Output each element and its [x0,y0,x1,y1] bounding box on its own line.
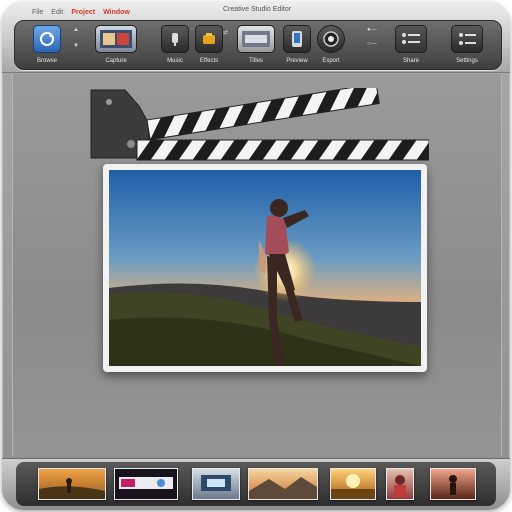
film-icon [317,25,345,53]
tool-row: Browse ▲ ▼ Capture Music Effects ⇄ Title… [14,20,502,70]
tool-label: Export [322,58,340,64]
music-button[interactable]: Music [161,23,189,67]
tool-label: Music [167,58,183,64]
menu-item-file[interactable]: File [32,9,43,16]
camera-icon [95,25,137,53]
menu-item-project[interactable]: Project [71,9,95,16]
tool-label: Share [402,58,419,64]
refresh-icon [33,25,61,53]
effects-icon [195,25,223,53]
small-dot-icon[interactable]: ○— [367,41,377,47]
photo-frame [103,164,427,372]
preview-icon [283,25,311,53]
menu-bar: File Edit Project Window [32,6,130,18]
preview-photo[interactable] [109,170,421,366]
thumb-portrait[interactable] [386,468,414,500]
tool-label: Preview [286,58,308,64]
capture-button[interactable]: Capture [95,23,137,67]
window-title: Creative Studio Editor [222,6,292,13]
tool-label: Browse [36,58,57,64]
filmstrip [2,458,510,510]
filmstrip-track [16,462,496,506]
toolbar: File Edit Project Window Creative Studio… [2,2,510,73]
thumb-dancer[interactable] [430,468,476,500]
preview-stage [12,74,502,456]
tool-label: Titles [248,58,264,64]
menu-item-window[interactable]: Window [103,9,130,16]
titles-icon [237,25,275,53]
settings-icon [451,25,483,53]
tool-label: Settings [456,58,478,64]
small-arrow-icon[interactable]: ⇄ [223,29,228,36]
thumb-sunset-runner[interactable] [38,468,106,500]
thumb-night-city[interactable] [114,468,178,500]
thumb-stage-lights[interactable] [192,468,240,500]
tool-label: Capture [105,58,127,64]
effects-button[interactable]: Effects [195,23,223,67]
thumb-golden-field[interactable] [330,468,376,500]
tool-label: Effects [199,58,219,64]
clapperboard-icon [90,88,429,161]
browse-button[interactable]: Browse [33,23,61,67]
settings-button[interactable]: Settings [451,23,483,67]
titles-button[interactable]: Titles [237,23,275,67]
small-toggle-icon[interactable]: ▲ [73,27,79,33]
menu-item-edit[interactable]: Edit [51,9,63,16]
small-dot-icon[interactable]: ●— [367,27,377,33]
preview-button[interactable]: Preview [283,23,311,67]
share-icon [395,25,427,53]
small-toggle-icon[interactable]: ▼ [73,43,79,49]
editor-window: File Edit Project Window Creative Studio… [2,2,510,510]
music-icon [161,25,189,53]
export-button[interactable]: Export [317,23,345,67]
share-button[interactable]: Share [395,23,427,67]
thumb-mountain-valley[interactable] [248,468,318,500]
